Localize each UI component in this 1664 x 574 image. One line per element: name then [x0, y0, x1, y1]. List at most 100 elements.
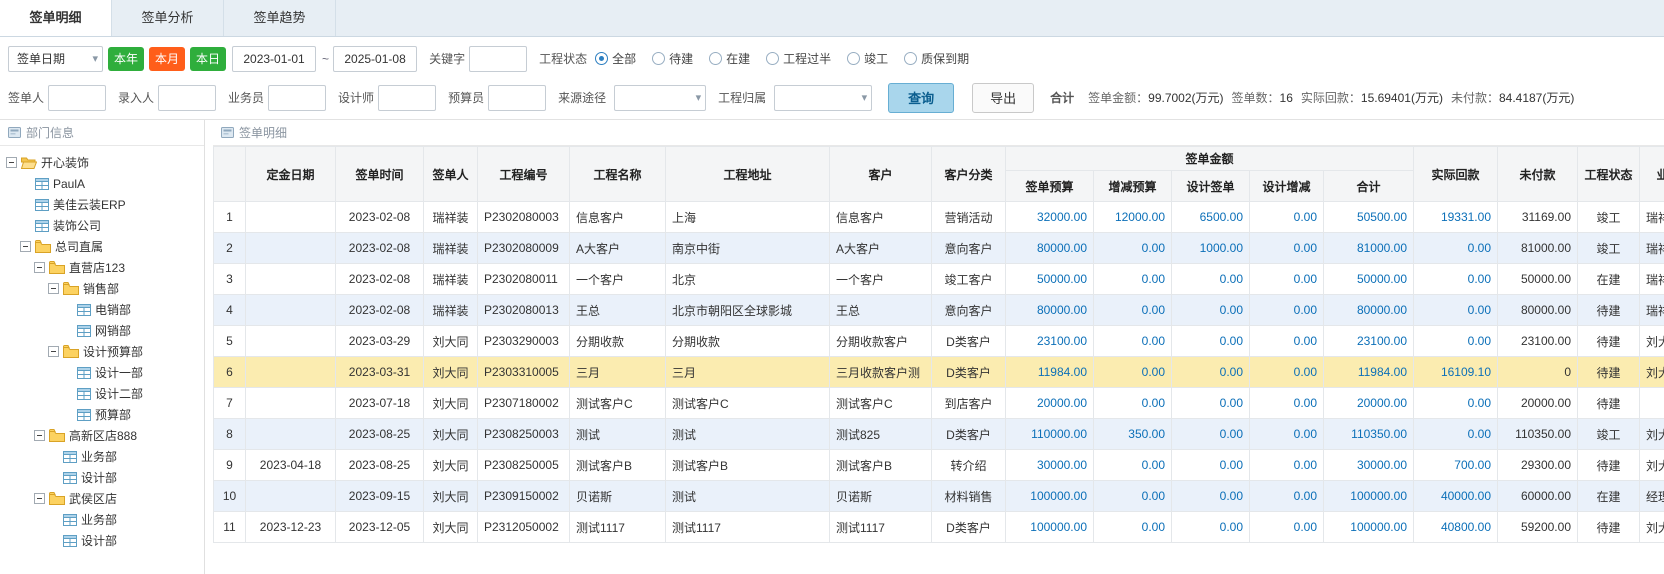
tree-node-4[interactable]: 装饰公司 [2, 215, 202, 236]
person-field-input-2[interactable] [158, 85, 216, 111]
status-radio-4[interactable]: 工程过半 [766, 50, 831, 67]
cell: 测试825 [830, 419, 932, 450]
collapse-toggle-icon[interactable] [48, 346, 59, 357]
column-header-14[interactable]: 合计 [1324, 171, 1414, 202]
table-row-6[interactable]: 62023-03-31刘大同P2303310005三月三月三月收款客户测D类客户… [214, 357, 1664, 388]
status-radio-2[interactable]: 待建 [652, 50, 693, 67]
status-radio-6[interactable]: 质保到期 [904, 50, 969, 67]
column-header-11[interactable]: 增减预算 [1094, 171, 1172, 202]
collapse-toggle-icon[interactable] [48, 283, 59, 294]
tree-node-8[interactable]: 电销部 [2, 299, 202, 320]
column-header-13[interactable]: 设计增减 [1250, 171, 1324, 202]
tree-node-9[interactable]: 网销部 [2, 320, 202, 341]
quick-range-button-2[interactable]: 本月 [149, 47, 185, 71]
cell: 0.00 [1250, 202, 1324, 233]
cell: P2309150002 [478, 481, 570, 512]
cell: 0.00 [1172, 481, 1250, 512]
tree-node-label: 美佳云装ERP [53, 196, 126, 213]
tree-node-7[interactable]: 销售部 [2, 278, 202, 299]
table-row-3[interactable]: 32023-02-08瑞祥装P2302080011一个客户北京一个客户竣工客户5… [214, 264, 1664, 295]
column-header-3[interactable]: 签单时间 [336, 147, 424, 202]
table-row-10[interactable]: 102023-09-15刘大同P2309150002贝诺斯测试贝诺斯材料销售10… [214, 481, 1664, 512]
tree-node-15[interactable]: 业务部 [2, 446, 202, 467]
cell: 0.00 [1172, 326, 1250, 357]
cell: 0.00 [1094, 264, 1172, 295]
row-number-header[interactable] [214, 147, 246, 202]
tree-node-3[interactable]: 美佳云装ERP [2, 194, 202, 215]
tree-node-12[interactable]: 设计二部 [2, 383, 202, 404]
source-select[interactable]: ▾ [614, 85, 706, 111]
person-field-input-5[interactable] [488, 85, 546, 111]
tree-node-18[interactable]: 业务部 [2, 509, 202, 530]
collapse-toggle-icon[interactable] [34, 493, 45, 504]
tree-node-6[interactable]: 直营店123 [2, 257, 202, 278]
column-header-17[interactable]: 工程状态 [1578, 147, 1640, 202]
column-header-9[interactable]: 客户分类 [932, 147, 1006, 202]
cell: 0.00 [1172, 295, 1250, 326]
status-radio-3[interactable]: 在建 [709, 50, 750, 67]
tree-node-16[interactable]: 设计部 [2, 467, 202, 488]
table-row-2[interactable]: 22023-02-08瑞祥装P2302080009A大客户南京中街A大客户意向客… [214, 233, 1664, 264]
column-header-5[interactable]: 工程编号 [478, 147, 570, 202]
keyword-input[interactable] [469, 46, 527, 72]
table-row-1[interactable]: 12023-02-08瑞祥装P2302080003信息客户上海信息客户营销活动3… [214, 202, 1664, 233]
cell: 0.00 [1172, 357, 1250, 388]
tree-node-17[interactable]: 武侯区店 [2, 488, 202, 509]
tree-node-label: 预算部 [95, 406, 131, 423]
tree-node-2[interactable]: PaulA [2, 173, 202, 194]
collapse-toggle-icon[interactable] [34, 262, 45, 273]
tree-node-19[interactable]: 设计部 [2, 530, 202, 551]
table-row-11[interactable]: 112023-12-232023-12-05刘大同P2312050002测试11… [214, 512, 1664, 543]
table-icon [63, 472, 77, 484]
query-button[interactable]: 查询 [888, 83, 954, 113]
date-to-input[interactable] [333, 46, 417, 72]
status-radio-5[interactable]: 竣工 [847, 50, 888, 67]
cell: 110000.00 [1006, 419, 1094, 450]
collapse-toggle-icon[interactable] [6, 157, 17, 168]
tree-node-13[interactable]: 预算部 [2, 404, 202, 425]
quick-range-button-1[interactable]: 本年 [108, 47, 144, 71]
tree-node-1[interactable]: 开心装饰 [2, 152, 202, 173]
tab-3[interactable]: 签单趋势 [224, 0, 336, 36]
table-row-9[interactable]: 92023-04-182023-08-25刘大同P2308250005测试客户B… [214, 450, 1664, 481]
date-from-input[interactable] [232, 46, 316, 72]
tab-1[interactable]: 签单明细 [0, 0, 112, 36]
collapse-toggle-icon[interactable] [34, 430, 45, 441]
tree-node-5[interactable]: 总司直属 [2, 236, 202, 257]
tab-2[interactable]: 签单分析 [112, 0, 224, 36]
column-header-18[interactable]: 业务员 [1640, 147, 1664, 202]
folder-icon [35, 240, 51, 253]
table-row-4[interactable]: 42023-02-08瑞祥装P2302080013王总北京市朝阳区全球影城王总意… [214, 295, 1664, 326]
cell: 上海 [666, 202, 830, 233]
cell: 50000.00 [1498, 264, 1578, 295]
export-button[interactable]: 导出 [972, 83, 1034, 113]
table-row-7[interactable]: 72023-07-18刘大同P2307180002测试客户C测试客户C测试客户C… [214, 388, 1664, 419]
tree-node-label: 设计部 [81, 469, 117, 486]
belong-select[interactable]: ▾ [774, 85, 872, 111]
column-header-7[interactable]: 工程地址 [666, 147, 830, 202]
table-row-8[interactable]: 82023-08-25刘大同P2308250003测试测试测试825D类客户11… [214, 419, 1664, 450]
cell: 59200.00 [1498, 512, 1578, 543]
column-header-2[interactable]: 定金日期 [246, 147, 336, 202]
person-field-input-4[interactable] [378, 85, 436, 111]
collapse-toggle-icon[interactable] [20, 241, 31, 252]
column-header-4[interactable]: 签单人 [424, 147, 478, 202]
status-radio-1[interactable]: 全部 [595, 50, 636, 67]
summary-label: 签单金额： [1088, 89, 1148, 106]
radio-icon [904, 52, 917, 65]
cell: 2023-04-18 [246, 450, 336, 481]
quick-range-button-3[interactable]: 本日 [190, 47, 226, 71]
column-header-8[interactable]: 客户 [830, 147, 932, 202]
column-header-15[interactable]: 实际回款 [1414, 147, 1498, 202]
column-header-12[interactable]: 设计签单 [1172, 171, 1250, 202]
column-header-10[interactable]: 签单预算 [1006, 171, 1094, 202]
column-header-6[interactable]: 工程名称 [570, 147, 666, 202]
tree-node-10[interactable]: 设计预算部 [2, 341, 202, 362]
tree-node-14[interactable]: 高新区店888 [2, 425, 202, 446]
table-row-5[interactable]: 52023-03-29刘大同P2303290003分期收款分期收款分期收款客户D… [214, 326, 1664, 357]
date-type-select[interactable]: 签单日期 ▾ [8, 46, 103, 72]
person-field-input-1[interactable] [48, 85, 106, 111]
tree-node-11[interactable]: 设计一部 [2, 362, 202, 383]
column-header-16[interactable]: 未付款 [1498, 147, 1578, 202]
person-field-input-3[interactable] [268, 85, 326, 111]
